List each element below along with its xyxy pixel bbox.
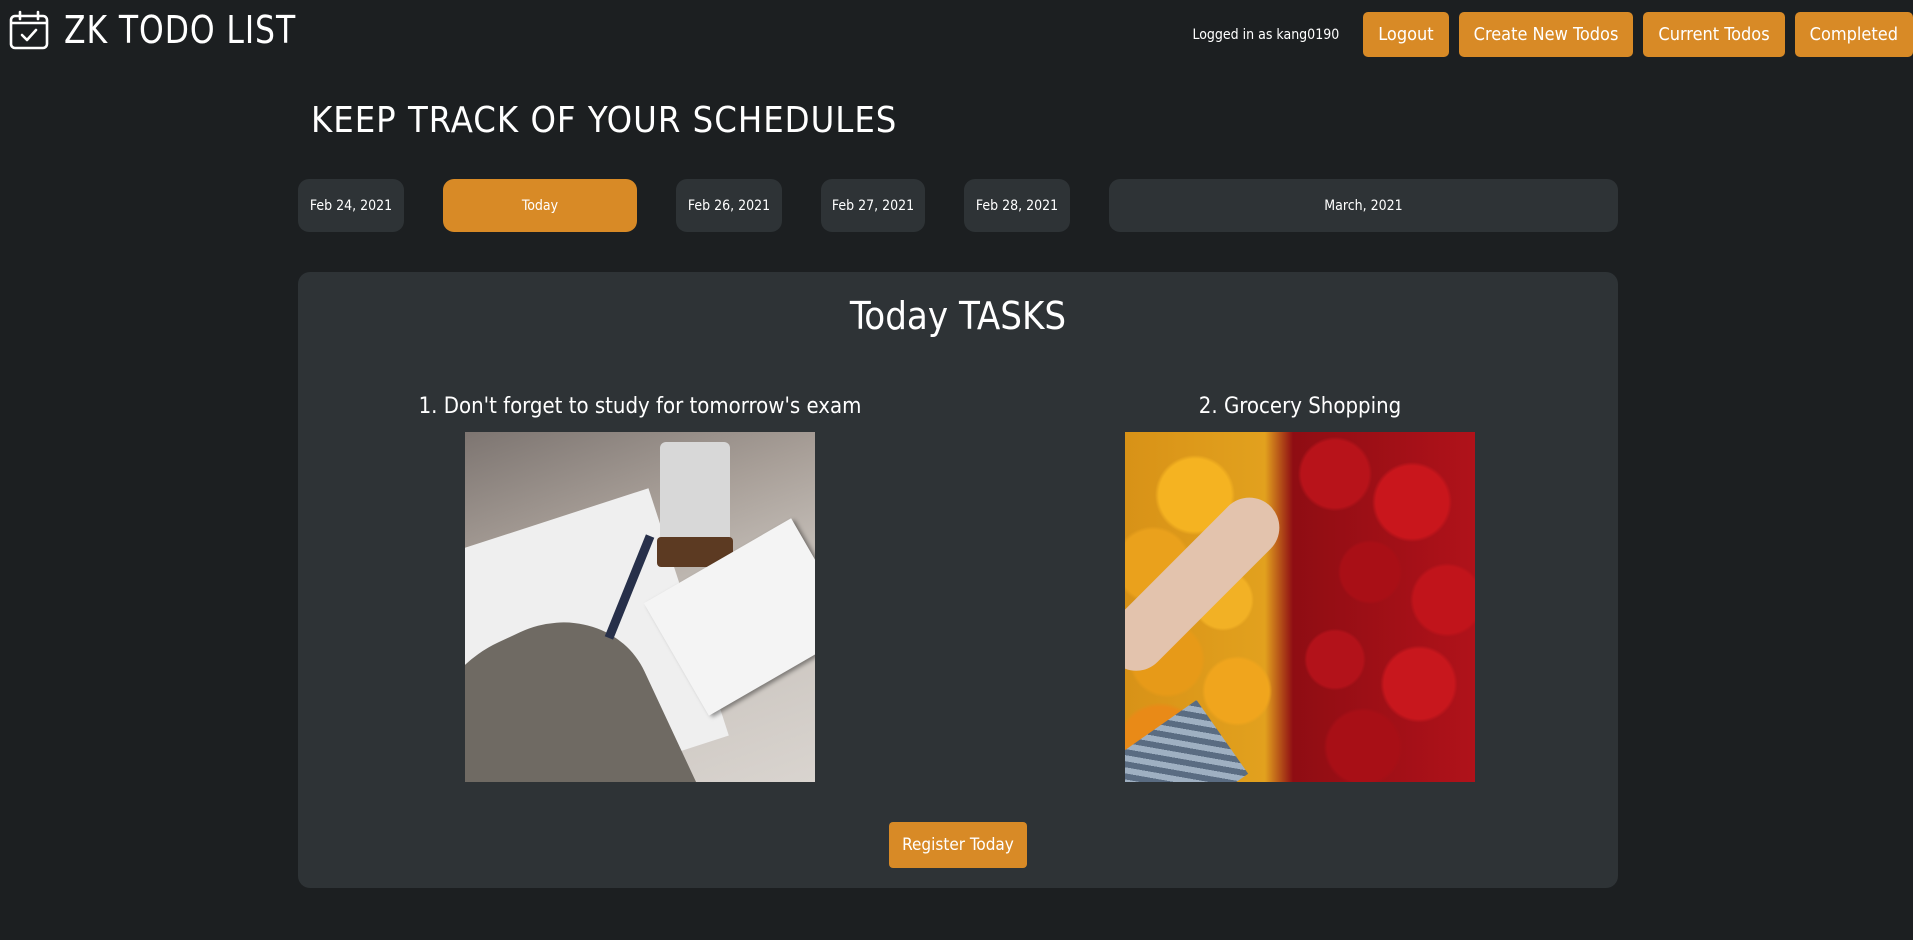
date-tab-march[interactable]: March, 2021 bbox=[1109, 179, 1618, 232]
create-new-todos-button[interactable]: Create New Todos bbox=[1458, 12, 1634, 57]
bell-peppers-photo bbox=[1125, 432, 1475, 782]
date-tab-feb-28[interactable]: Feb 28, 2021 bbox=[964, 179, 1070, 232]
photo-arm bbox=[1125, 485, 1292, 684]
calendar-check-icon bbox=[9, 10, 49, 50]
date-tab-feb-27[interactable]: Feb 27, 2021 bbox=[821, 179, 925, 232]
register-today-button[interactable]: Register Today bbox=[889, 822, 1027, 868]
brand-title: ZK TODO LIST bbox=[64, 8, 297, 52]
tasks-panel: Today TASKS 1. Don't forget to study for… bbox=[298, 272, 1618, 888]
task-title: 2. Grocery Shopping bbox=[1198, 394, 1402, 419]
photo-shirt-sleeve bbox=[1125, 699, 1249, 782]
date-tab-feb-26[interactable]: Feb 26, 2021 bbox=[676, 179, 782, 232]
page-headline: KEEP TRACK OF YOUR SCHEDULES bbox=[311, 100, 898, 141]
task-title: 1. Don't forget to study for tomorrow's … bbox=[418, 394, 862, 419]
date-tab-today[interactable]: Today bbox=[443, 179, 637, 232]
studying-photo bbox=[465, 432, 815, 782]
login-status: Logged in as kang0190 bbox=[1192, 26, 1340, 43]
current-todos-button[interactable]: Current Todos bbox=[1643, 12, 1785, 57]
logout-button[interactable]: Logout bbox=[1363, 12, 1449, 57]
panel-title: Today TASKS bbox=[849, 294, 1067, 338]
top-nav: Logged in as kang0190 Logout Create New … bbox=[1192, 12, 1913, 57]
date-tab-feb-24[interactable]: Feb 24, 2021 bbox=[298, 179, 404, 232]
completed-button[interactable]: Completed bbox=[1794, 12, 1913, 57]
brand[interactable]: ZK TODO LIST bbox=[8, 8, 316, 52]
